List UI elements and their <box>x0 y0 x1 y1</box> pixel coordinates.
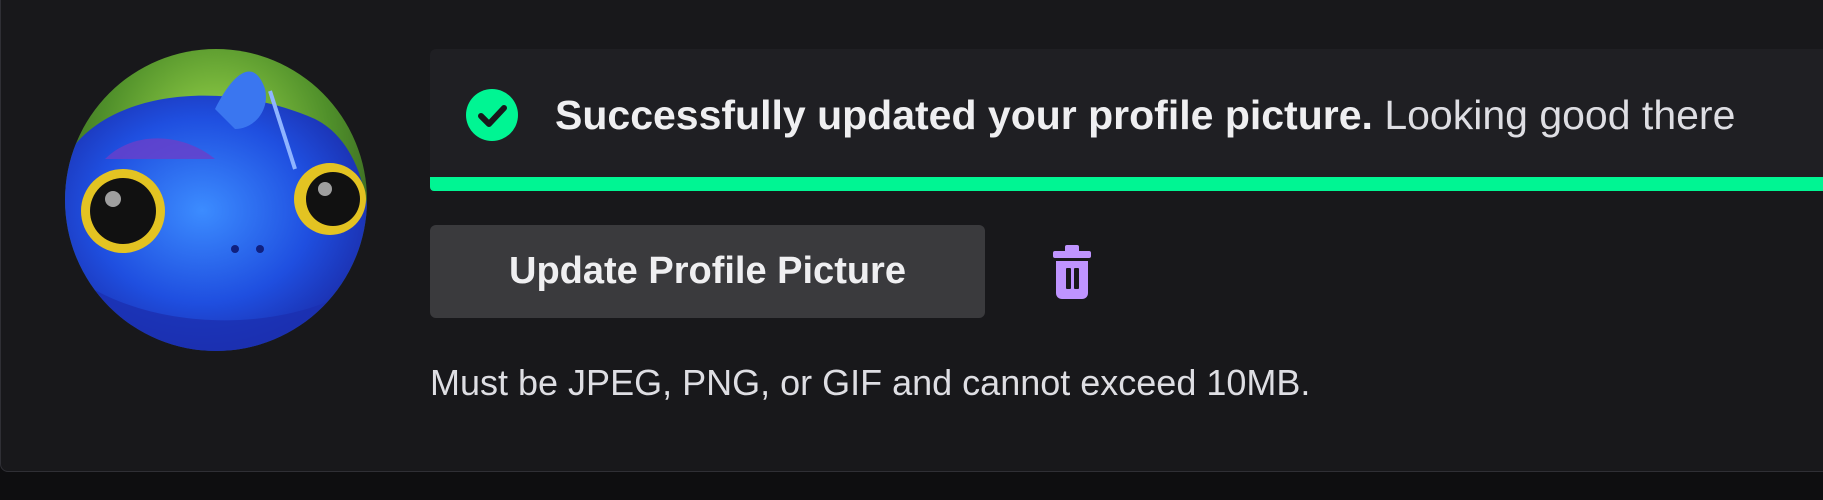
success-toast: Successfully updated your profile pictur… <box>430 49 1823 191</box>
trash-icon[interactable] <box>1041 241 1103 303</box>
profile-picture-section: Successfully updated your profile pictur… <box>0 0 1823 472</box>
toast-progress-bar <box>430 177 1823 191</box>
check-circle-icon <box>466 89 518 141</box>
update-profile-picture-button[interactable]: Update Profile Picture <box>430 225 985 318</box>
toast-message: Successfully updated your profile pictur… <box>555 90 1735 140</box>
avatar <box>65 49 367 351</box>
toast-body: Looking good there <box>1384 92 1736 138</box>
file-requirements-hint: Must be JPEG, PNG, or GIF and cannot exc… <box>430 362 1311 403</box>
toast-title: Successfully updated your profile pictur… <box>555 92 1373 138</box>
